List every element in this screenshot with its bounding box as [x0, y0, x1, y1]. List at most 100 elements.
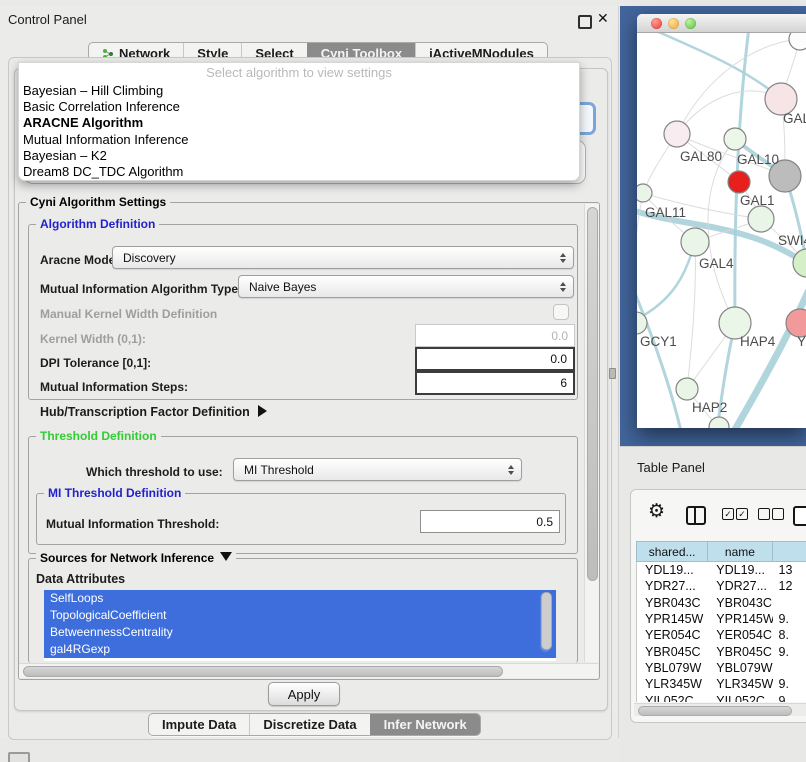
zoom-traffic-light-icon[interactable] [685, 18, 696, 29]
minimize-traffic-light-icon[interactable] [668, 18, 679, 29]
table-row[interactable]: YDR27...YDR27...12 [637, 578, 806, 594]
algorithm-option[interactable]: Basic Correlation Inference [19, 99, 579, 115]
dpi-tolerance-value: 0.0 [550, 352, 567, 366]
bottom-tab-label: Impute Data [162, 717, 236, 732]
apply-button[interactable]: Apply [268, 682, 340, 706]
table-cell: 9. [773, 645, 806, 659]
bottom-tab-impute-data[interactable]: Impute Data [149, 714, 249, 735]
attributes-list-scrollbar[interactable] [540, 592, 551, 652]
table-cell: YIL052C [637, 694, 708, 702]
manual-kernel-width-checkbox[interactable] [553, 304, 569, 320]
node-label: GAL1 [740, 193, 775, 208]
network-node-gal80[interactable] [664, 121, 690, 147]
network-view-window[interactable]: GAL7GAL80GAL10GAL11GAL1SWI4GAL4GCY1HAP4Y… [637, 14, 806, 428]
table-row[interactable]: YBL079WYBL079W [637, 660, 806, 676]
table-row[interactable]: YLR345WYLR345W9. [637, 676, 806, 692]
algorithm-option[interactable]: Dream8 DC_TDC Algorithm [19, 164, 579, 180]
which-threshold-combobox[interactable]: MI Threshold [233, 458, 522, 481]
sources-title-text: Sources for Network Inference [40, 551, 214, 565]
close-traffic-light-icon[interactable] [651, 18, 662, 29]
data-attribute-item[interactable]: gal4RGexp [44, 641, 556, 658]
settings-horizontal-scrollbar-thumb[interactable] [23, 666, 503, 677]
mi-threshold-value: 0.5 [536, 515, 553, 529]
table-cell: 9. [773, 612, 806, 626]
table-horizontal-scrollbar-thumb[interactable] [638, 706, 792, 716]
network-node-gal4[interactable] [681, 228, 709, 256]
network-canvas[interactable]: GAL7GAL80GAL10GAL11GAL1SWI4GAL4GCY1HAP4Y… [637, 33, 806, 428]
settings-vertical-scrollbar[interactable] [584, 204, 599, 662]
aracne-mode-combobox[interactable]: Discovery [112, 246, 574, 269]
mi-threshold-field[interactable]: 0.5 [420, 510, 560, 533]
node-label: HAP2 [692, 400, 727, 415]
column-layout-icon[interactable] [686, 506, 706, 525]
table-cell: YER054C [637, 628, 708, 642]
table-row[interactable]: YIL052CYIL052C9 [637, 692, 806, 702]
mi-threshold-label: Mutual Information Threshold: [46, 517, 219, 531]
node-label: GAL4 [699, 256, 734, 271]
column-header-name[interactable]: name [708, 542, 772, 561]
control-panel-title: Control Panel [8, 12, 87, 27]
network-node[interactable] [709, 417, 729, 428]
network-edge[interactable] [733, 281, 806, 428]
node-label: GCY1 [640, 334, 677, 349]
algorithm-option[interactable]: Bayesian – Hill Climbing [19, 83, 579, 99]
cyni-bottom-tabbar: Impute Data Discretize Data Infer Network [148, 713, 481, 736]
algorithm-dropdown-popup: Select algorithm to view settings Bayesi… [18, 62, 580, 181]
node-label: Y [797, 334, 806, 349]
threshold-definition-title: Threshold Definition [36, 429, 161, 443]
mi-algorithm-type-combobox[interactable]: Naive Bayes [238, 275, 574, 298]
bottom-tab-infer-network[interactable]: Infer Network [370, 714, 480, 735]
network-node-gal11[interactable] [637, 184, 652, 202]
table-horizontal-scrollbar[interactable] [634, 703, 806, 716]
network-node-gal10[interactable] [724, 128, 746, 150]
aracne-mode-label: Aracne Mode: [40, 253, 119, 267]
hub-definition-toggle[interactable]: Hub/Transcription Factor Definition [40, 405, 267, 419]
settings-horizontal-scrollbar[interactable] [19, 663, 598, 678]
table-cell: YBL079W [637, 661, 708, 675]
table-panel: Table Panel ⚙ ✓ ✓ shared...name YDL19...… [620, 446, 806, 762]
column-header-cut[interactable] [773, 542, 806, 561]
dpi-tolerance-field[interactable]: 0.0 [415, 347, 575, 371]
network-window-titlebar[interactable] [637, 14, 806, 33]
deselect-all-checkbox-icon[interactable] [772, 508, 784, 520]
splitter-grip[interactable] [609, 368, 616, 379]
network-edge[interactable] [637, 242, 695, 321]
docked-panel-icon[interactable] [8, 752, 30, 762]
table-cell: YBR043C [708, 596, 772, 610]
table-row[interactable]: YER054CYER054C8. [637, 627, 806, 643]
network-node-gal1[interactable] [748, 206, 774, 232]
select-all-checkbox-icon[interactable]: ✓ [736, 508, 748, 520]
network-edge[interactable] [647, 33, 781, 99]
table-row[interactable]: YPR145WYPR145W9. [637, 611, 806, 627]
algorithm-option[interactable]: Bayesian – K2 [19, 148, 579, 164]
gear-icon[interactable]: ⚙ [648, 502, 665, 521]
kernel-width-field[interactable]: 0.0 [415, 324, 575, 347]
algorithm-option[interactable]: ARACNE Algorithm [19, 115, 579, 131]
data-attribute-item[interactable]: TopologicalCoefficient [44, 607, 556, 624]
settings-vertical-scrollbar-thumb[interactable] [587, 207, 598, 581]
network-node[interactable] [728, 171, 750, 193]
mi-threshold-definition-title: MI Threshold Definition [44, 486, 185, 500]
table-row[interactable]: YBR043CYBR043C [637, 595, 806, 611]
algorithm-option[interactable]: Mutual Information Inference [19, 132, 579, 148]
table-cell: 9. [773, 677, 806, 691]
bottom-tab-label: Infer Network [384, 717, 467, 732]
application-window: Control Panel ✕ NetworkStyleSelectCyni T… [0, 0, 806, 762]
collapsed-arrow-icon [258, 405, 267, 417]
network-node[interactable] [789, 33, 806, 50]
close-icon[interactable]: ✕ [597, 10, 609, 27]
network-node-hap2[interactable] [676, 378, 698, 400]
column-header-shared...[interactable]: shared... [637, 542, 708, 561]
float-window-icon[interactable] [578, 15, 592, 29]
table-function-icon[interactable] [793, 506, 806, 526]
mi-steps-field[interactable]: 6 [415, 371, 575, 395]
table-row[interactable]: YDL19...YDL19...13 [637, 562, 806, 578]
data-attribute-item[interactable]: SelfLoops [44, 590, 556, 607]
select-all-checkbox-icon[interactable]: ✓ [722, 508, 734, 520]
table-row[interactable]: YBR045CYBR045C9. [637, 643, 806, 659]
table-cell: YBR043C [637, 596, 708, 610]
data-attributes-list[interactable]: SelfLoopsTopologicalCoefficientBetweenne… [44, 590, 556, 661]
deselect-all-checkbox-icon[interactable] [758, 508, 770, 520]
bottom-tab-discretize-data[interactable]: Discretize Data [249, 714, 369, 735]
data-attribute-item[interactable]: BetweennessCentrality [44, 624, 556, 641]
